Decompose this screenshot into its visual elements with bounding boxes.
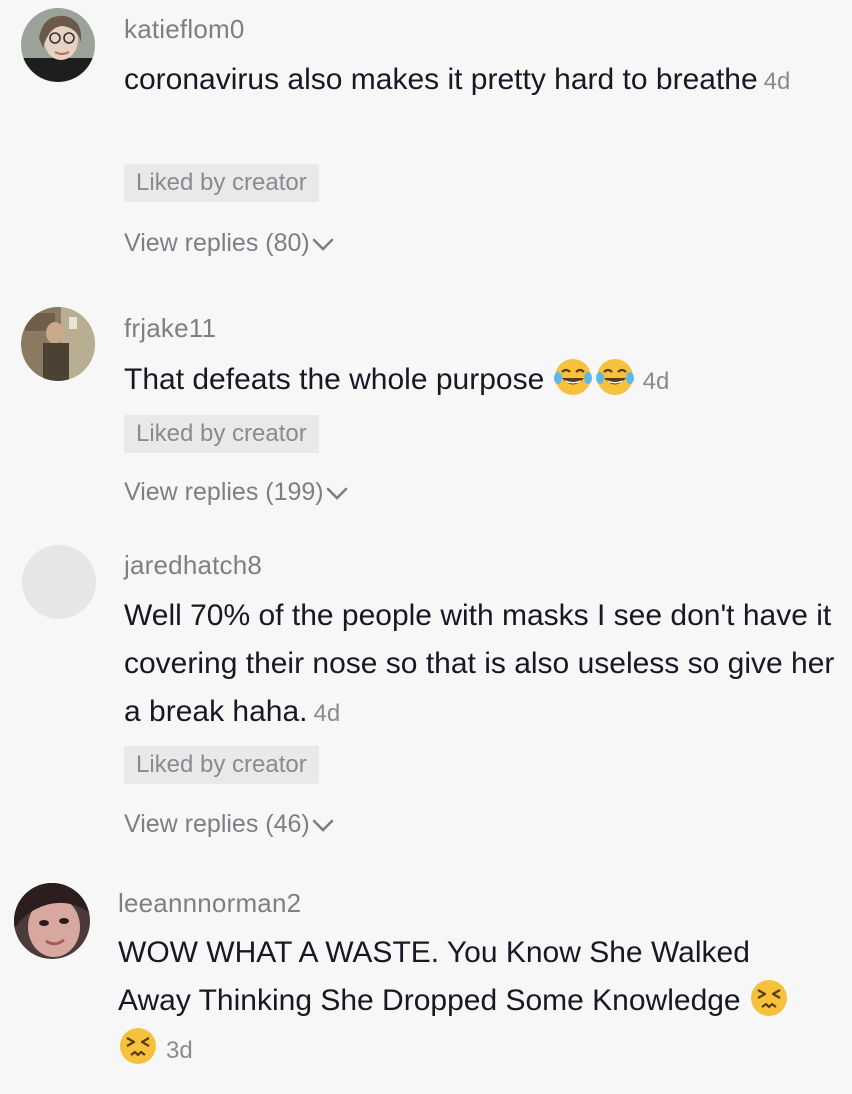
avatar[interactable] [21,307,95,381]
comment-text: That defeats the whole purpose 4d [124,356,844,406]
comment-item: frjake11 That defeats the whole purpose … [0,300,852,530]
comment-item: katieflom0 coronavirus also makes it pre… [0,0,852,280]
view-replies-button[interactable]: View replies (46) [124,810,334,840]
view-replies-button[interactable]: View replies (80) [124,229,334,259]
comment-timestamp: 4d [313,700,341,727]
chevron-down-icon [326,479,348,508]
comment-item: leeannnorman2 WOW WHAT A WASTE. You Know… [0,878,852,1094]
liked-by-creator-badge: Liked by creator [124,415,319,453]
tears-of-joy-emoji [595,359,634,395]
persevering-face-emoji [750,980,787,1016]
view-replies-label: View replies (46) [124,810,310,838]
comment-body: Well 70% of the people with masks I see … [124,599,835,728]
chevron-down-icon [312,230,334,259]
liked-by-creator-badge: Liked by creator [124,164,319,202]
tears-of-joy-emoji [553,359,592,395]
avatar[interactable] [14,883,90,959]
view-replies-label: View replies (199) [124,478,324,506]
comment-text: WOW WHAT A WASTE. You Know She Walked Aw… [118,929,818,1075]
comment-username[interactable]: katieflom0 [124,14,245,45]
comment-body: coronavirus also makes it pretty hard to… [124,63,758,96]
comment-timestamp: 4d [642,368,670,395]
comment-username[interactable]: leeannnorman2 [118,888,301,919]
comment-body: That defeats the whole purpose [124,363,545,396]
comment-timestamp: 4d [763,68,791,95]
comment-text: coronavirus also makes it pretty hard to… [124,56,844,106]
comment-username[interactable]: jaredhatch8 [124,550,262,581]
liked-by-creator-badge: Liked by creator [124,746,319,784]
view-replies-label: View replies (80) [124,229,310,257]
comment-item: jaredhatch8 Well 70% of the people with … [0,540,852,870]
avatar[interactable] [21,8,95,82]
comment-timestamp: 3d [166,1037,193,1064]
comment-username[interactable]: frjake11 [124,313,216,344]
avatar[interactable] [22,545,96,619]
comment-body: WOW WHAT A WASTE. You Know She Walked Aw… [118,936,750,1017]
view-replies-button[interactable]: View replies (199) [124,478,348,508]
chevron-down-icon [312,811,334,840]
persevering-face-emoji [120,1028,156,1064]
comment-text: Well 70% of the people with masks I see … [124,592,839,738]
